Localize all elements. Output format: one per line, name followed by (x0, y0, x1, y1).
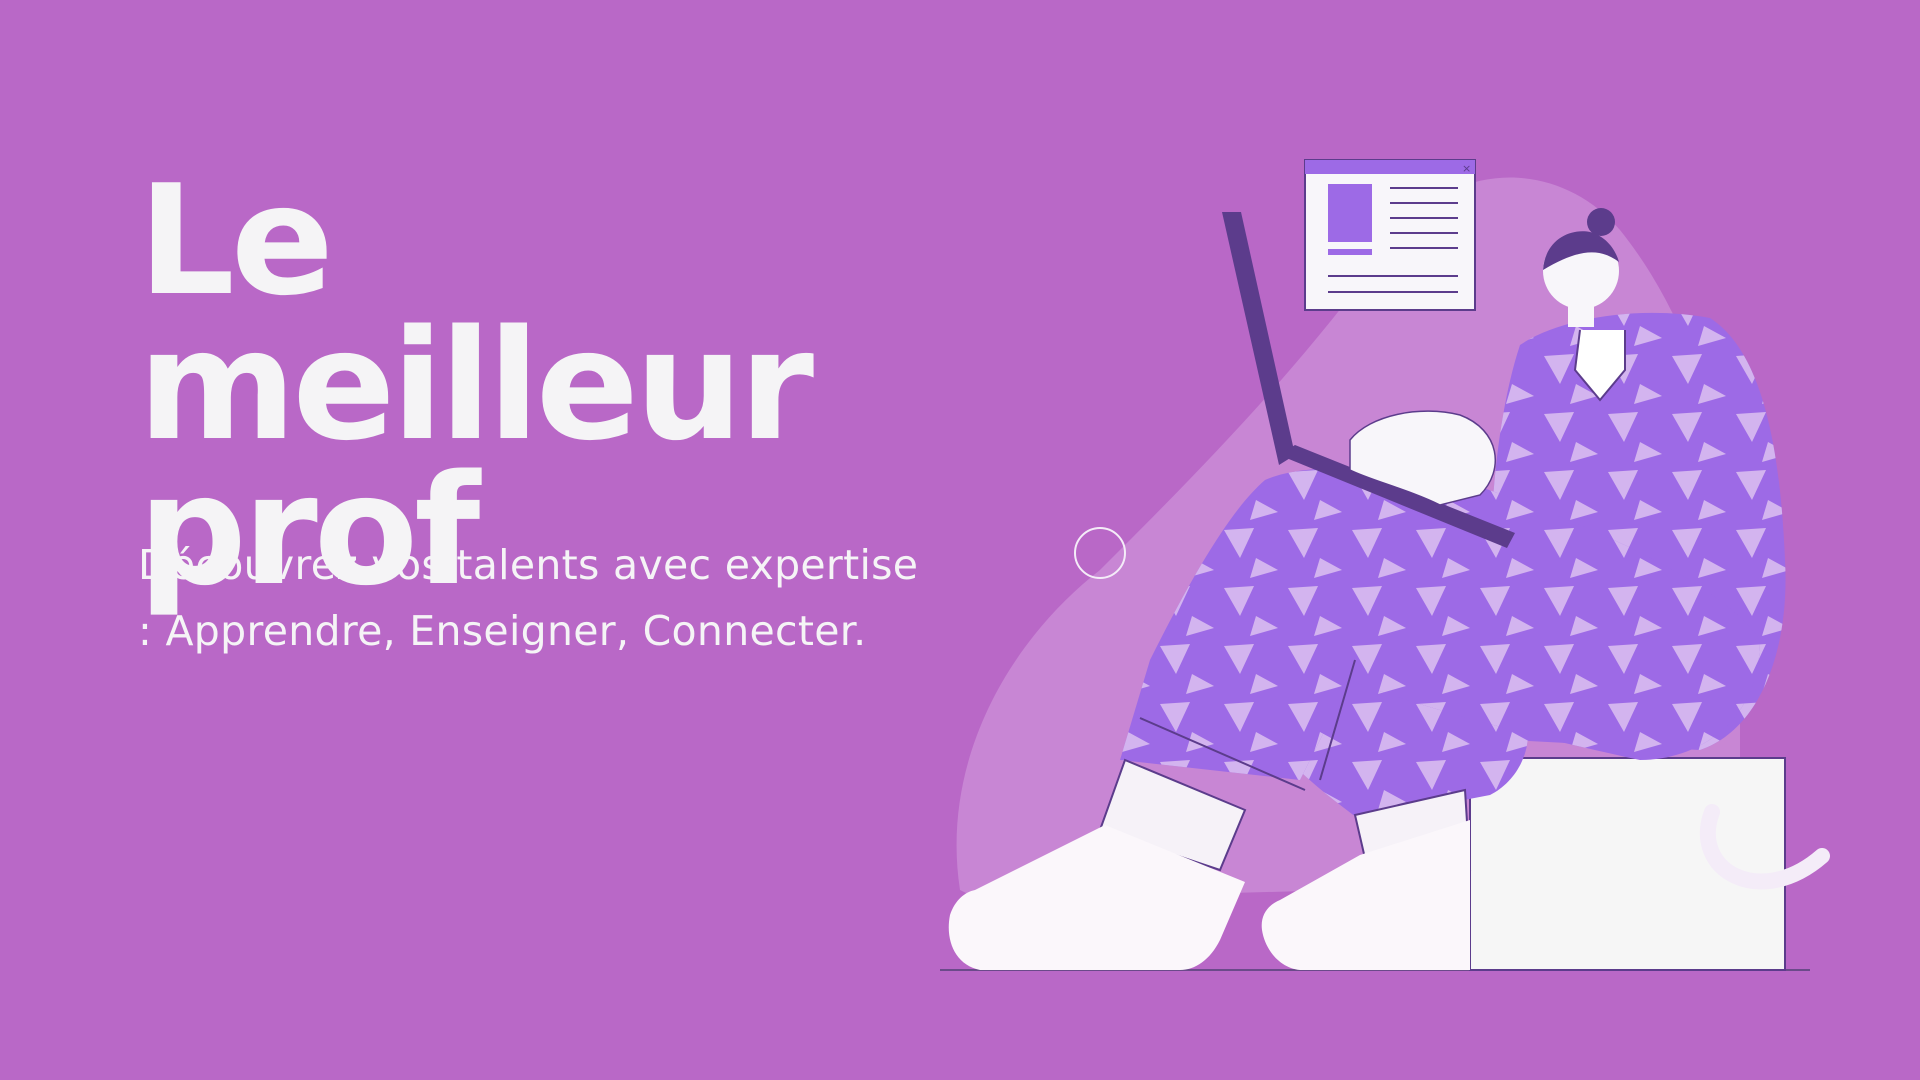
slide: Le meilleur prof Découvrez vos talents a… (0, 0, 1920, 1080)
person-illustration: × (940, 159, 1830, 971)
hair-bun (1587, 208, 1615, 236)
browser-window-icon: × (1304, 159, 1476, 311)
svg-text:×: × (1462, 162, 1471, 175)
box-seat (1469, 757, 1786, 971)
